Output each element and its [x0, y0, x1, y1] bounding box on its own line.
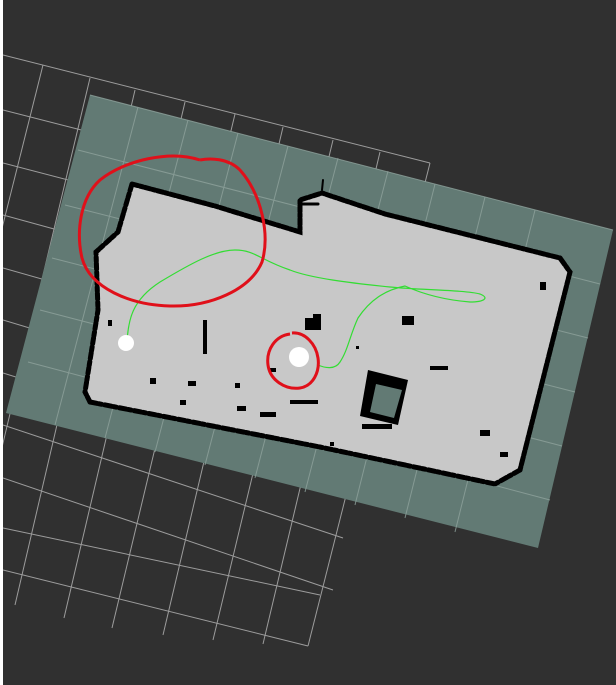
- start-marker-icon[interactable]: [118, 335, 134, 351]
- robot-marker-icon[interactable]: [289, 347, 309, 367]
- map-3d-viewport[interactable]: [3, 0, 616, 685]
- map-scene[interactable]: [3, 0, 616, 685]
